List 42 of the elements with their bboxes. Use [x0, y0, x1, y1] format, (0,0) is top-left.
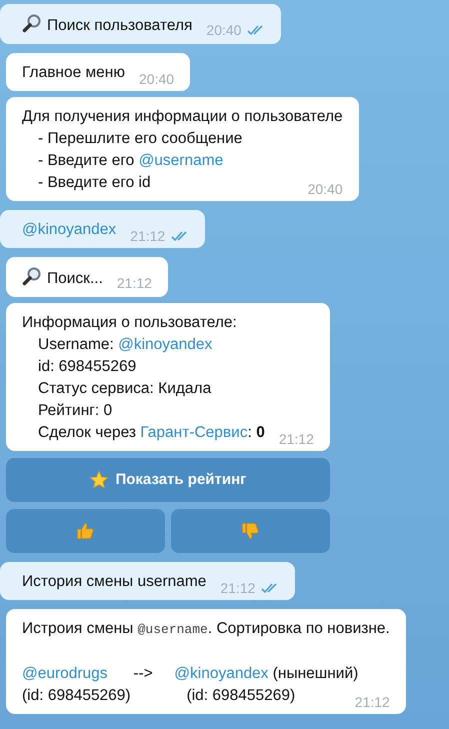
message-time: 21:12	[354, 693, 390, 712]
mention-link[interactable]: Гарант-Сервис	[140, 424, 248, 441]
message-text: Статус сервиса: Кидала	[38, 380, 212, 397]
message-text: (id: 698455269) (id: 698455269)	[22, 687, 296, 704]
message-time: 20:40	[308, 180, 343, 199]
mention-link[interactable]: @kinoyandex	[118, 336, 212, 353]
message-text: Поиск...	[47, 270, 103, 287]
message-text: Рейтинг: 0	[38, 402, 112, 419]
message-text: - Введите его id	[38, 174, 151, 191]
message-text: - Перешлите его сообщение	[38, 130, 242, 147]
message-text: Информация о пользователе:	[22, 314, 237, 331]
message-time: 20:40	[139, 70, 174, 89]
message-time: 21:12	[278, 430, 314, 449]
double-check-icon	[171, 230, 190, 242]
message-text: Username: @kinoyandex	[38, 336, 212, 353]
message-time: 20:40	[206, 21, 242, 40]
message-time: 21:12	[116, 274, 152, 293]
magnifier-icon	[22, 13, 42, 33]
thumbs-up-icon	[75, 521, 96, 541]
mention-link[interactable]: @username	[138, 152, 224, 169]
mention-link[interactable]: @eurodrugs	[22, 665, 108, 682]
double-check-icon	[247, 24, 266, 36]
message-text: id: 698455269	[38, 358, 136, 375]
inline-keyboard-button[interactable]: Показать рейтинг	[6, 458, 330, 502]
magnifier-icon	[22, 266, 42, 286]
message-time: 21:12	[130, 227, 166, 246]
message-text: Истроия смены @username. Сортировка по новизне.	[22, 620, 390, 637]
mention-link[interactable]: @kinoyandex	[174, 665, 268, 682]
inline-keyboard-button[interactable]	[6, 509, 165, 553]
thumbs-down-icon	[240, 521, 260, 541]
message-text: Поиск пользователя	[47, 17, 192, 34]
message-text: Сделок через Гарант-Сервис: 0	[38, 424, 265, 441]
message-text: Для получения информации о пользователе	[22, 108, 343, 125]
message-text: - Введите его @username	[38, 152, 224, 169]
message-text: Главное меню	[22, 64, 125, 81]
message-text: История смены username	[22, 573, 206, 590]
message-text: @eurodrugs --> @kinoyandex (нынешний)	[22, 665, 358, 682]
message-time: 21:12	[220, 579, 256, 598]
double-check-icon	[261, 582, 280, 594]
star-icon	[89, 470, 110, 490]
mention-link[interactable]: @kinoyandex	[22, 221, 116, 238]
inline-keyboard-button[interactable]	[170, 509, 330, 553]
